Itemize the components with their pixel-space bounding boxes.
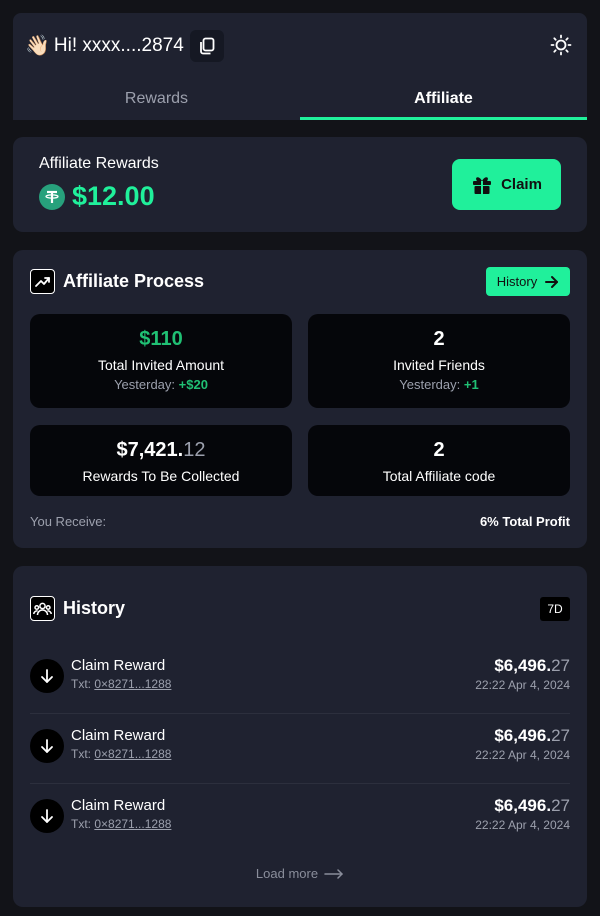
timeframe-selector[interactable]: 7D (540, 597, 570, 621)
users-icon (30, 596, 55, 621)
rewards-amount: $12.00 (72, 181, 155, 211)
sun-icon (550, 34, 572, 56)
affiliate-process-header: Affiliate Process (30, 269, 204, 294)
affiliate-process-card: Affiliate Process History $110 Total Inv… (13, 250, 587, 548)
stat-caption: Invited Friends (393, 357, 485, 373)
stat-yesterday: Yesterday: +1 (399, 377, 479, 392)
gift-icon (473, 176, 492, 194)
history-row-amount: $6,496.27 (494, 656, 570, 675)
history-row-date: 22:22 Apr 4, 2024 (475, 818, 570, 832)
tx-hash-link[interactable]: 0×8271...1288 (94, 817, 171, 831)
history-row-title: Claim Reward (71, 727, 166, 744)
history-row-title: Claim Reward (71, 657, 166, 674)
theme-toggle-button[interactable] (547, 31, 575, 59)
history-card: History 7D Claim Reward Txt: 0×8271...12… (13, 566, 587, 907)
tab-rewards[interactable]: Rewards (13, 83, 300, 120)
history-row-date: 22:22 Apr 4, 2024 (475, 678, 570, 692)
copy-address-button[interactable] (189, 30, 224, 62)
stat-total-affiliate-code: 2 Total Affiliate code (308, 425, 570, 496)
stat-value: $110 (139, 328, 183, 350)
stat-yesterday: Yesterday: +$20 (114, 377, 208, 392)
affiliate-process-title: Affiliate Process (63, 271, 205, 291)
tether-icon (39, 183, 65, 210)
tx-hash-link[interactable]: 0×8271...1288 (94, 677, 171, 691)
history-row-tx: Txt: 0×8271...1288 (71, 817, 172, 831)
stat-caption: Total Affiliate code (382, 468, 496, 484)
stat-value: 2 (433, 439, 445, 461)
history-row[interactable]: Claim Reward Txt: 0×8271...1288 $6,496.2… (30, 644, 570, 714)
history-row-amount: $6,496.27 (494, 796, 570, 815)
history-title: History (63, 598, 126, 618)
history-button[interactable]: History (486, 267, 570, 296)
stat-value: 2 (433, 328, 445, 350)
you-receive-value: 6% Total Profit (479, 514, 570, 529)
top-header: 👋🏻 Hi! xxxx....2874 Rewards Affiliate (13, 13, 587, 120)
greeting-row: 👋🏻 Hi! xxxx....2874 (25, 30, 224, 62)
history-row[interactable]: Claim Reward Txt: 0×8271...1288 $6,496.2… (30, 714, 570, 784)
tab-affiliate[interactable]: Affiliate (300, 83, 587, 120)
copy-icon (199, 37, 215, 55)
tx-hash-link[interactable]: 0×8271...1288 (94, 747, 171, 761)
tab-bar: Rewards Affiliate (13, 83, 587, 120)
history-row[interactable]: Claim Reward Txt: 0×8271...1288 $6,496.2… (30, 784, 570, 854)
wave-icon: 👋🏻 (25, 35, 50, 57)
claim-button[interactable]: Claim (452, 159, 561, 210)
stat-total-invited-amount: $110 Total Invited Amount Yesterday: +$2… (30, 314, 292, 408)
arrow-down-icon (30, 659, 64, 693)
arrow-down-icon (30, 799, 64, 833)
you-receive-label: You Receive: (30, 514, 107, 529)
load-more-label: Load more (255, 866, 319, 881)
arrow-right-icon (545, 275, 559, 288)
trending-up-icon (30, 269, 55, 294)
stat-rewards-to-collect: $7,421.12 Rewards To Be Collected (30, 425, 292, 496)
history-row-amount: $6,496.27 (494, 726, 570, 745)
stat-caption: Total Invited Amount (97, 357, 225, 373)
arrow-down-icon (30, 729, 64, 763)
arrow-right-long-icon (324, 868, 343, 879)
history-row-tx: Txt: 0×8271...1288 (71, 747, 172, 761)
rewards-amount-row: $12.00 (39, 181, 155, 212)
stat-value: $7,421.12 (116, 439, 206, 461)
history-header: History (30, 596, 125, 621)
affiliate-rewards-card: Affiliate Rewards $12.00 Claim (13, 137, 587, 232)
stat-caption: Rewards To Be Collected (82, 468, 240, 484)
affiliate-rewards-label: Affiliate Rewards (39, 155, 159, 172)
history-row-title: Claim Reward (71, 797, 166, 814)
wallet-greeting: Hi! xxxx....2874 (53, 35, 184, 56)
history-row-date: 22:22 Apr 4, 2024 (475, 748, 570, 762)
load-more-button[interactable]: Load more (13, 866, 587, 881)
history-row-tx: Txt: 0×8271...1288 (71, 677, 172, 691)
stat-invited-friends: 2 Invited Friends Yesterday: +1 (308, 314, 570, 408)
claim-label: Claim (501, 176, 542, 193)
history-button-label: History (496, 274, 538, 289)
